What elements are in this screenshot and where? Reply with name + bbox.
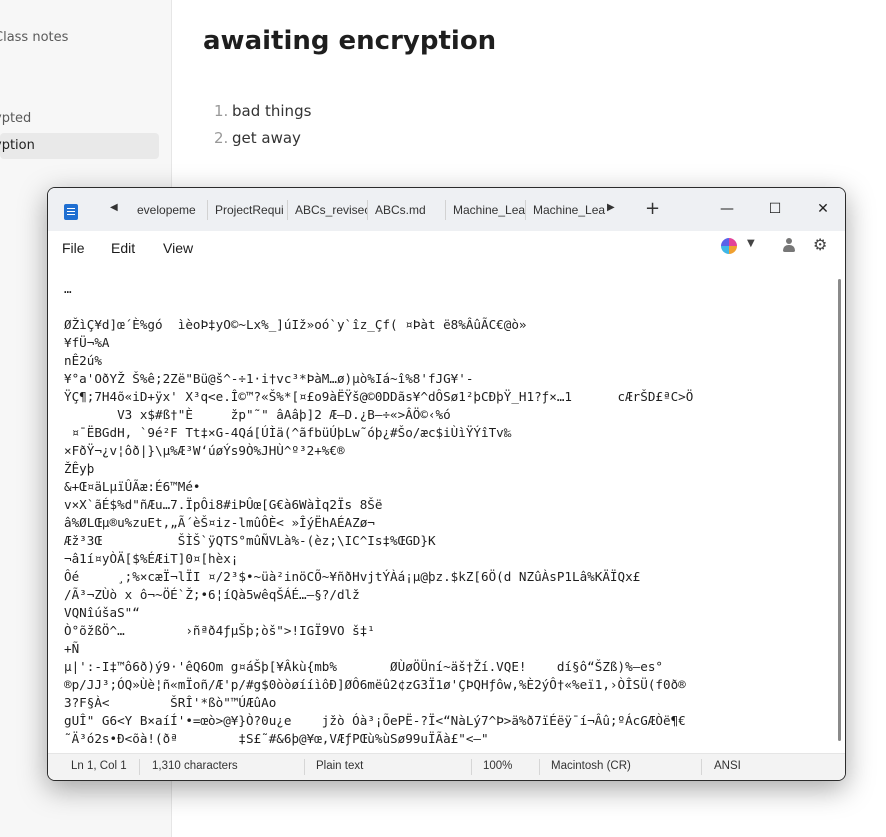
tab-machine-learning-2[interactable]: Machine_Lea: [526, 200, 606, 220]
new-tab-button[interactable]: +: [645, 198, 660, 219]
chevron-down-icon[interactable]: ▼: [747, 238, 755, 249]
title-bar[interactable]: ◀ evelopeme ProjectRequi ABCs_revisec AB…: [48, 188, 845, 231]
settings-gear-icon[interactable]: ⚙: [813, 235, 827, 254]
status-divider: [304, 759, 305, 775]
account-icon[interactable]: [781, 237, 797, 253]
text-format[interactable]: Plain text: [316, 760, 363, 772]
numbered-list: 1. bad things 2. get away: [214, 98, 311, 152]
notepad-window: ◀ evelopeme ProjectRequi ABCs_revisec AB…: [47, 187, 846, 781]
scroll-tabs-left-icon[interactable]: ◀: [110, 202, 118, 213]
status-divider: [701, 759, 702, 775]
menu-edit[interactable]: Edit: [111, 240, 135, 256]
list-item[interactable]: 2. get away: [214, 125, 311, 152]
menu-view[interactable]: View: [163, 240, 193, 256]
vertical-scrollbar[interactable]: [838, 279, 841, 741]
cursor-position[interactable]: Ln 1, Col 1: [71, 760, 127, 772]
text-editor[interactable]: … ØŽìÇ¥d]œ´È%gó ìèoÞ‡yO©~Lx%_]úIž»oó`y`î…: [48, 268, 845, 755]
close-button[interactable]: ✕: [808, 194, 838, 224]
editor-content[interactable]: … ØŽìÇ¥d]œ´È%gó ìèoÞ‡yO©~Lx%_]úIž»oó`y`î…: [64, 280, 824, 750]
maximize-button[interactable]: ☐: [760, 194, 790, 224]
tab-abcs-md[interactable]: ABCs.md: [368, 199, 446, 220]
tab-project-requirements[interactable]: ProjectRequi: [208, 199, 288, 220]
status-bar: Ln 1, Col 1 1,310 characters Plain text …: [48, 753, 845, 780]
encoding[interactable]: ANSI: [714, 760, 741, 772]
notepad-icon: [64, 204, 78, 220]
sidebar-item-label: ypted: [0, 111, 32, 126]
list-item-text: get away: [232, 129, 301, 147]
menu-file[interactable]: File: [62, 240, 85, 256]
tab-machine-learning-1[interactable]: Machine_Lea: [446, 199, 526, 220]
sidebar-item-label: yption: [0, 138, 35, 153]
tab-developement[interactable]: evelopeme: [130, 199, 208, 220]
sidebar-item-encrypted[interactable]: ypted: [0, 106, 37, 132]
tab-abcs-revised[interactable]: ABCs_revisec: [288, 199, 368, 220]
status-divider: [139, 759, 140, 775]
page-title: awaiting encryption: [203, 26, 497, 56]
copilot-icon[interactable]: [721, 238, 737, 254]
line-ending[interactable]: Macintosh (CR): [551, 760, 631, 772]
list-item-text: bad things: [232, 102, 312, 120]
list-number: 2.: [214, 129, 229, 147]
sidebar-item-class-notes[interactable]: Class notes: [0, 25, 74, 51]
status-divider: [539, 759, 540, 775]
zoom-level[interactable]: 100%: [483, 760, 512, 772]
scroll-tabs-right-icon[interactable]: ▶: [607, 202, 615, 213]
status-divider: [471, 759, 472, 775]
minimize-button[interactable]: —: [712, 194, 742, 224]
character-count: 1,310 characters: [152, 760, 238, 772]
sidebar-item-awaiting-encryption[interactable]: yption: [0, 133, 159, 159]
tab-strip: evelopeme ProjectRequi ABCs_revisec ABCs…: [130, 188, 606, 231]
list-item[interactable]: 1. bad things: [214, 98, 311, 125]
list-number: 1.: [214, 102, 229, 120]
sidebar-item-label: Class notes: [0, 30, 69, 45]
